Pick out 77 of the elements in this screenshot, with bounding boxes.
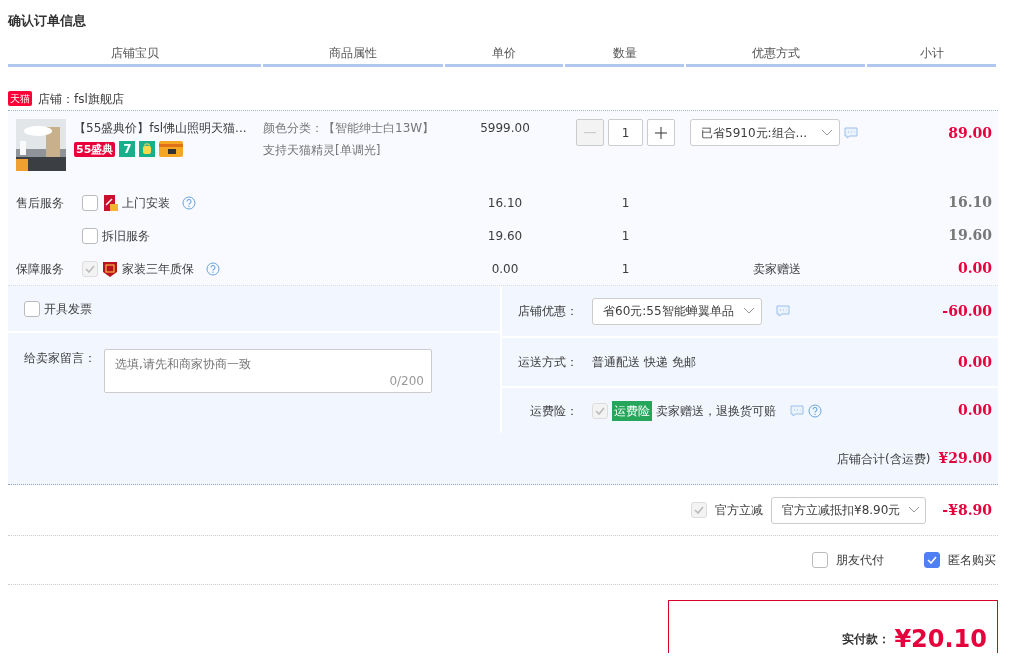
promo-text: 卖家赠送 <box>751 260 802 278</box>
field-label: 店铺优惠： <box>517 303 579 320</box>
official-label: 官方立减 <box>715 502 763 519</box>
amount: ¥29.00 <box>938 449 993 468</box>
amount: -¥8.90 <box>941 500 993 520</box>
insurance-tag: 运费险 <box>612 400 652 421</box>
service-group: 售后服务 <box>16 193 78 212</box>
bag-icon <box>139 141 156 157</box>
help-icon <box>808 403 822 418</box>
item-property: 支持天猫精灵[单调光] <box>263 142 382 159</box>
column-header: 店铺宝贝 <box>8 44 261 67</box>
platform-badge: 天猫 <box>8 91 32 106</box>
caret-icon <box>743 307 755 315</box>
service-name: 拆旧服务 <box>102 227 150 245</box>
payment-label: 实付款： <box>842 631 891 648</box>
character-counter: 0/200 <box>389 373 424 390</box>
service-name: 上门安装 <box>122 194 170 212</box>
quantity: 1 <box>620 260 631 278</box>
wrench-icon <box>102 194 118 211</box>
amount: 0.00 <box>957 401 993 420</box>
promo-select[interactable]: 已省5910元:组合... <box>690 119 840 146</box>
unit-price: 19.60 <box>486 227 524 245</box>
column-header: 优惠方式 <box>686 44 865 67</box>
quantity-field[interactable]: 1 <box>608 119 643 146</box>
payment-amount: ¥20.10 <box>894 627 987 651</box>
caret-icon <box>908 506 921 514</box>
unit-price: 5999.00 <box>479 120 531 137</box>
field-label: 运费险： <box>529 402 579 420</box>
check-icon <box>927 556 937 564</box>
promo-badge: 55盛典 <box>74 141 116 157</box>
checkbox[interactable] <box>82 227 98 244</box>
return-badge: 7 <box>119 141 136 157</box>
option-label: 朋友代付 <box>836 552 884 569</box>
column-header: 单价 <box>445 44 563 67</box>
shipping-method: 普通配送 快递 免邮 <box>592 354 696 371</box>
discount-select[interactable]: 省60元:55智能蝉翼单品 <box>592 297 762 325</box>
field-label: 运送方式： <box>517 354 579 371</box>
shield-icon <box>102 260 118 277</box>
service-group: 保障服务 <box>16 259 78 278</box>
amount: 16.10 <box>947 193 993 212</box>
service-name: 家装三年质保 <box>122 260 194 278</box>
amount: 0.00 <box>956 259 993 278</box>
column-header: 小计 <box>867 44 996 67</box>
column-header: 数量 <box>565 44 684 67</box>
option-label: 匿名购买 <box>948 552 996 569</box>
amount: -60.00 <box>942 301 993 321</box>
plus-button[interactable] <box>647 119 675 146</box>
quantity: 1 <box>620 194 631 212</box>
checkbox[interactable] <box>812 552 828 568</box>
unit-price: 16.10 <box>486 194 524 212</box>
message-label: 给卖家留言： <box>24 350 96 367</box>
shop-name: 店铺：fsl旗舰店 <box>38 90 124 108</box>
caret-icon <box>821 128 833 137</box>
insurance-text: 卖家赠送，退换货可赔 <box>656 402 776 420</box>
plus-icon <box>655 126 667 139</box>
quantity: 1 <box>620 227 631 245</box>
total-label: 店铺合计(含运费) <box>837 450 931 468</box>
amount: 19.60 <box>947 226 993 245</box>
check-icon <box>85 264 95 273</box>
invoice-label: 开具发票 <box>44 300 92 318</box>
card-icon <box>159 141 184 157</box>
chat-icon <box>776 305 790 317</box>
unit-price: 0.00 <box>490 260 520 278</box>
checkbox[interactable] <box>924 552 940 568</box>
column-header: 商品属性 <box>263 44 443 67</box>
check-icon <box>595 406 605 415</box>
minus-icon <box>584 131 596 134</box>
chat-icon <box>790 404 804 417</box>
chat-icon <box>844 127 858 139</box>
amount: 89.00 <box>947 124 993 143</box>
item-property: 颜色分类：【智能绅士白13W】 <box>263 120 436 137</box>
amount: 0.00 <box>957 352 993 372</box>
item-title[interactable]: 【55盛典价】fsl佛山照明天猫... <box>74 119 247 137</box>
checkbox[interactable] <box>82 194 98 211</box>
checkbox[interactable] <box>24 300 40 317</box>
check-icon <box>694 506 704 514</box>
page-title: 确认订单信息 <box>8 12 87 30</box>
